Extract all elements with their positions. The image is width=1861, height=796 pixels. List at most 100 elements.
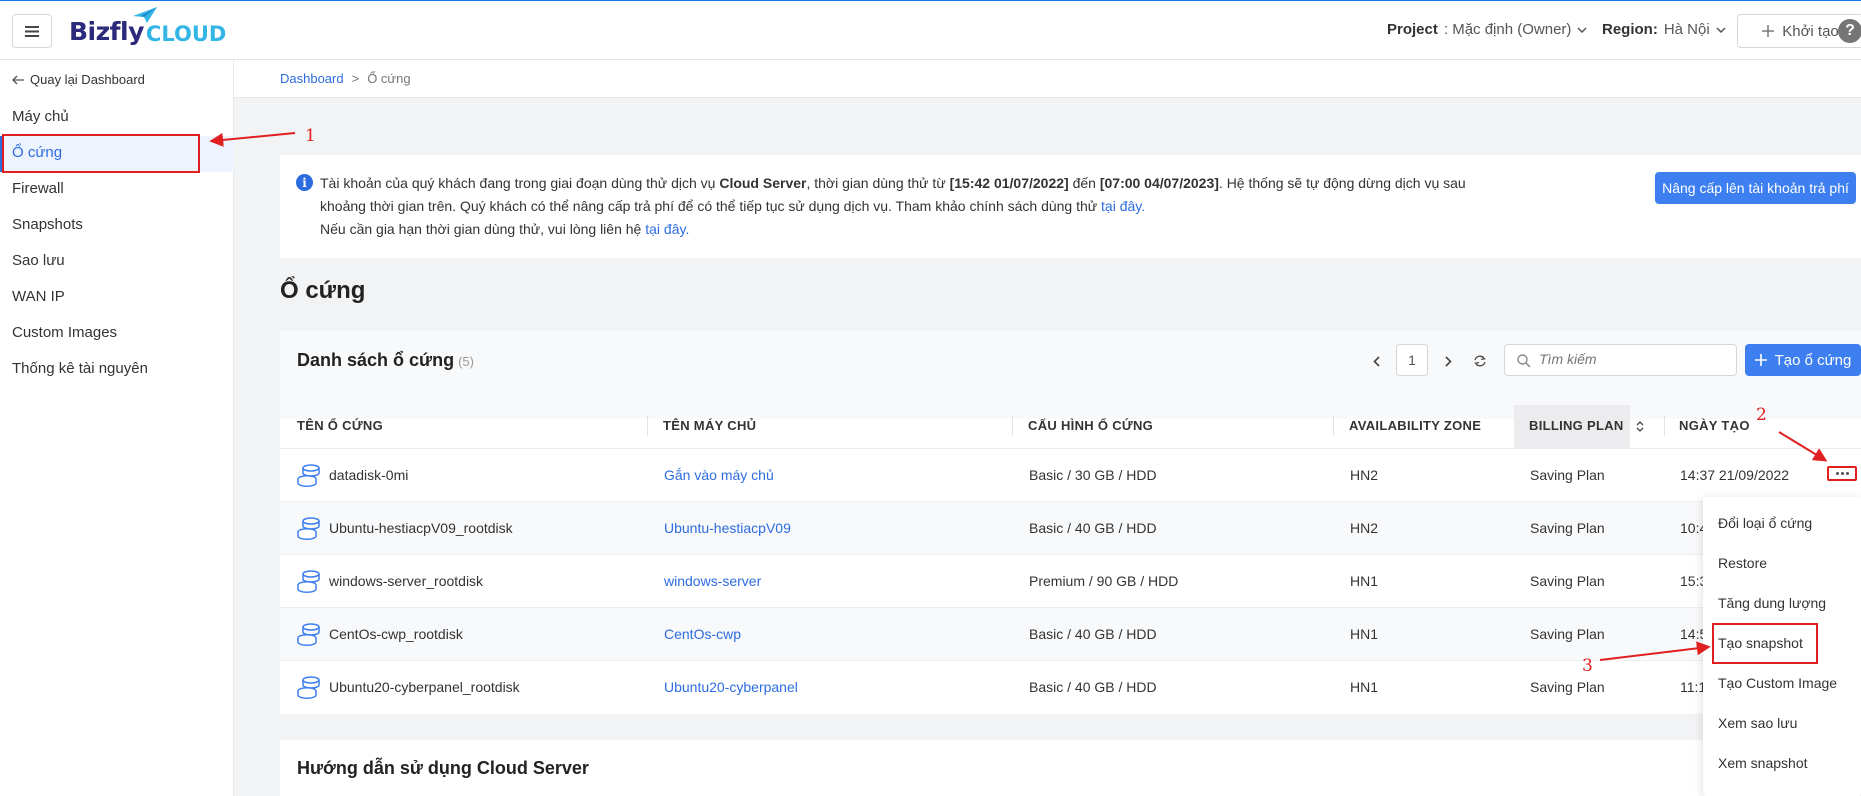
sidebar-item-sao-luu[interactable]: Sao lưu	[12, 252, 65, 269]
annotation-label-1: 1	[305, 126, 316, 146]
page-title: Ổ cứng	[280, 277, 366, 304]
more-dot	[1835, 472, 1839, 475]
disk-zone: HN1	[1350, 626, 1379, 642]
column-divider	[1333, 416, 1334, 436]
disk-name: CentOs-cwp_rootdisk	[329, 626, 463, 642]
disk-name: Ubuntu-hestiacpV09_rootdisk	[329, 520, 513, 536]
search-box	[1504, 344, 1737, 376]
disk-billing: Saving Plan	[1530, 573, 1605, 589]
breadcrumb-bar	[234, 60, 1861, 98]
back-to-dashboard-link[interactable]: Quay lại Dashboard	[12, 72, 145, 87]
upgrade-button[interactable]: Nâng cấp lên tài khoản trả phí	[1655, 172, 1856, 204]
more-dot	[1845, 472, 1849, 475]
menu-toggle-button[interactable]	[12, 14, 52, 48]
plus-icon	[1762, 25, 1775, 37]
hamburger-icon	[25, 25, 39, 37]
server-link[interactable]: Ubuntu-hestiacpV09	[664, 520, 791, 536]
menu-item-view-snapshots[interactable]: Xem snapshot	[1718, 755, 1808, 771]
disk-name: datadisk-0mi	[329, 467, 409, 483]
prev-page-button[interactable]	[1366, 346, 1386, 376]
page-number[interactable]: 1	[1396, 344, 1428, 376]
sidebar-item-snapshots[interactable]: Snapshots	[12, 216, 83, 233]
column-divider	[1012, 416, 1013, 436]
column-header-created: NGÀY TẠO	[1679, 418, 1750, 433]
menu-item-resize[interactable]: Tăng dung lượng	[1718, 595, 1826, 611]
server-link[interactable]: windows-server	[664, 573, 761, 589]
sidebar-item-wan-ip[interactable]: WAN IP	[12, 288, 65, 305]
next-page-button[interactable]	[1438, 346, 1458, 376]
sort-icon	[1636, 421, 1643, 432]
add-disk-button[interactable]: Tạo ổ cứng	[1745, 344, 1861, 376]
disk-list-title: Danh sách ổ cứng (5)	[297, 350, 474, 370]
attach-server-link[interactable]: Gắn vào máy chủ	[664, 467, 774, 483]
disk-zone: HN1	[1350, 573, 1379, 589]
sidebar-item-firewall[interactable]: Firewall	[12, 180, 64, 197]
breadcrumb-dashboard-link[interactable]: Dashboard	[280, 71, 344, 86]
sidebar-item-custom-images[interactable]: Custom Images	[12, 324, 117, 341]
column-header-zone: AVAILABILITY ZONE	[1349, 418, 1482, 433]
disk-created: 14:37 21/09/2022	[1680, 467, 1789, 483]
row-actions-button[interactable]	[1827, 466, 1857, 481]
column-header-billing[interactable]: BILLING PLAN	[1529, 418, 1644, 433]
menu-item-change-disk-type[interactable]: Đổi loại ổ cứng	[1718, 515, 1812, 531]
contact-link[interactable]: tại đây.	[645, 221, 689, 237]
disk-icon	[297, 464, 320, 488]
info-icon: i	[296, 174, 313, 191]
search-icon	[1517, 354, 1531, 368]
annotation-label-2: 2	[1756, 405, 1767, 425]
server-link[interactable]: CentOs-cwp	[664, 626, 741, 642]
disk-config: Basic / 30 GB / HDD	[1029, 467, 1157, 483]
disk-billing: Saving Plan	[1530, 626, 1605, 642]
more-dot	[1840, 472, 1844, 475]
trial-notice-text: Tài khoản của quý khách đang trong giai …	[320, 175, 1466, 237]
refresh-icon	[1474, 355, 1486, 367]
column-header-name: TÊN Ổ CỨNG	[297, 418, 384, 433]
disk-zone: HN2	[1350, 520, 1379, 536]
paper-plane-icon	[133, 7, 157, 23]
annotation-box-sidebar	[2, 134, 200, 173]
chevron-left-icon	[1372, 355, 1380, 367]
chevron-right-icon	[1444, 355, 1452, 367]
column-divider	[1664, 416, 1665, 436]
menu-item-create-custom-image[interactable]: Tạo Custom Image	[1718, 675, 1837, 691]
annotation-box-snapshot	[1712, 623, 1818, 664]
refresh-button[interactable]	[1470, 346, 1490, 376]
disk-config: Basic / 40 GB / HDD	[1029, 520, 1157, 536]
guide-title: Hướng dẫn sử dụng Cloud Server	[297, 758, 589, 778]
disk-icon	[297, 570, 320, 594]
search-input[interactable]	[1539, 351, 1729, 367]
bizfly-logo[interactable]: Bizfly CLOUD	[69, 7, 226, 49]
disk-config: Basic / 40 GB / HDD	[1029, 626, 1157, 642]
server-link[interactable]: Ubuntu20-cyberpanel	[664, 679, 798, 695]
breadcrumb: Dashboard > Ổ cứng	[280, 71, 411, 86]
sidebar-item-thong-ke[interactable]: Thống kê tài nguyên	[12, 360, 148, 377]
disk-name: windows-server_rootdisk	[329, 573, 484, 589]
column-header-server: TÊN MÁY CHỦ	[663, 418, 757, 433]
disk-icon	[297, 676, 320, 700]
disk-billing: Saving Plan	[1530, 467, 1605, 483]
trial-policy-link[interactable]: tại đây.	[1101, 198, 1145, 214]
project-selector[interactable]: Project: Mặc định (Owner)	[1387, 21, 1587, 38]
breadcrumb-separator: >	[351, 71, 360, 86]
disk-icon	[297, 623, 320, 647]
plus-icon	[1754, 354, 1767, 366]
top-header: Bizfly CLOUD Project: Mặc định (Owner) R…	[0, 1, 1861, 60]
annotation-label-3: 3	[1582, 656, 1593, 676]
region-selector[interactable]: Region: Hà Nội	[1602, 21, 1726, 38]
disk-name: Ubuntu20-cyberpanel_rootdisk	[329, 679, 520, 695]
breadcrumb-current: Ổ cứng	[367, 71, 411, 86]
menu-item-view-backups[interactable]: Xem sao lưu	[1718, 715, 1797, 731]
disk-config: Basic / 40 GB / HDD	[1029, 679, 1157, 695]
chevron-down-icon	[1577, 26, 1587, 33]
disk-zone: HN2	[1350, 467, 1379, 483]
sidebar-item-may-chu[interactable]: Máy chủ	[12, 108, 69, 125]
help-icon[interactable]: ?	[1838, 19, 1861, 43]
disk-zone: HN1	[1350, 679, 1379, 695]
disk-count: (5)	[458, 354, 474, 369]
column-header-config: CẤU HÌNH Ổ CỨNG	[1028, 418, 1154, 433]
disk-config: Premium / 90 GB / HDD	[1029, 573, 1179, 589]
disk-billing: Saving Plan	[1530, 679, 1605, 695]
chevron-down-icon	[1716, 26, 1726, 33]
column-divider	[647, 416, 648, 436]
menu-item-restore[interactable]: Restore	[1718, 555, 1767, 571]
